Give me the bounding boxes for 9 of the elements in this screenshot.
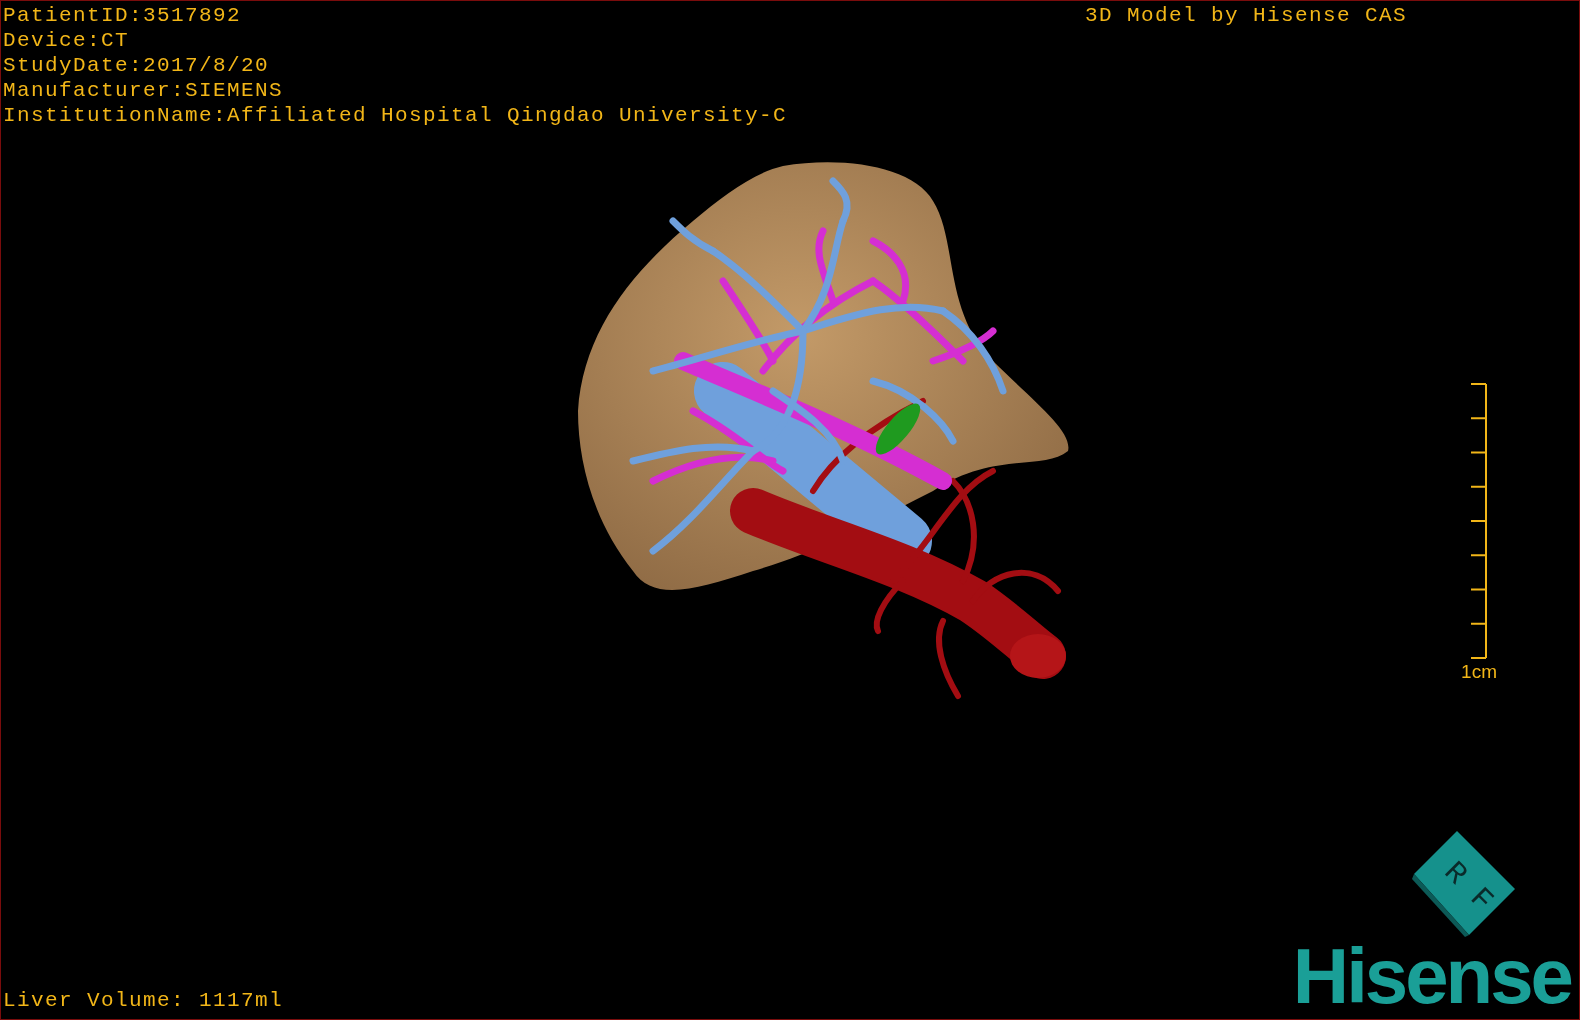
patient-info-line: PatientID:3517892: [3, 3, 243, 28]
scale-bar-label: 1cm: [1461, 661, 1497, 683]
viewer-title: 3D Model by Hisense CAS: [1084, 3, 1407, 28]
liver-volume: Liver Volume: 1117ml: [2, 988, 284, 1014]
patient-info-line: Manufacturer:SIEMENS: [3, 78, 285, 103]
brand-logo: Hisense: [1292, 941, 1572, 1019]
patient-info-line: StudyDate:2017/8/20: [3, 53, 271, 78]
patient-info-line: Device:CT: [3, 28, 131, 53]
patient-info-line: InstitutionName:Affiliated Hospital Qingdao University-C: [3, 103, 788, 128]
